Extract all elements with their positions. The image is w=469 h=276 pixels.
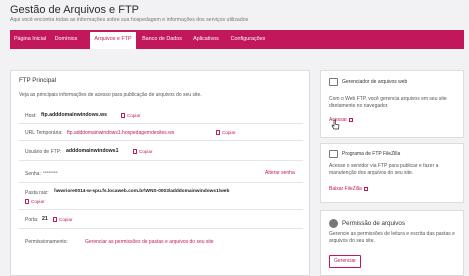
permissions-card: Permissão de arquivos Gerencie as permis…	[320, 210, 464, 276]
divider	[19, 228, 303, 229]
monitor-icon	[329, 150, 338, 158]
divider	[19, 182, 303, 183]
permissions-description: Gerencie as permissões de leitura e escr…	[329, 231, 455, 244]
webftp-title: Gerenciador de arquivos web	[342, 79, 408, 85]
page-title: Gestão de Arquivos e FTP	[10, 4, 140, 16]
password-label: Senha:	[25, 171, 41, 177]
nav-home[interactable]: Página Inicial	[12, 30, 48, 49]
nav-apps[interactable]: Aplicativos	[190, 30, 222, 49]
filezilla-description: Acesse o servidor via FTP para publicar …	[329, 163, 439, 176]
nav-settings[interactable]: Configurações	[228, 30, 268, 49]
port-label: Porta:	[25, 217, 39, 223]
browser-window-icon	[329, 78, 338, 86]
filezilla-card: Programa de FTP FileZilla Acesse o servi…	[320, 143, 464, 203]
external-link-icon	[349, 117, 354, 122]
page-subtitle: Aqui você encontra todas as informações …	[10, 17, 249, 23]
port-value: 21	[42, 216, 48, 222]
mouse-cursor-icon	[331, 119, 340, 130]
manage-permissions-button[interactable]: Gerenciar	[329, 255, 361, 268]
root-path-value: \\wwriore0014-w-spu.fs.locaweb.com.br\WN…	[54, 189, 230, 194]
filezilla-download-link[interactable]: Baixar FileZilla	[329, 186, 368, 192]
copy-icon	[53, 217, 57, 223]
nav-databases[interactable]: Banco de Dados	[140, 30, 184, 49]
nav-domains[interactable]: Domínios	[52, 30, 80, 49]
divider	[19, 209, 303, 210]
webftp-card: Gerenciador de arquivos web Com o Web FT…	[320, 70, 464, 138]
root-path-copy-button[interactable]: Copiar	[25, 199, 45, 205]
webftp-description: Com o Web FTP, você gerencia arquivos em…	[329, 96, 447, 109]
host-label: Host:	[25, 113, 37, 119]
password-value: ••••••••	[43, 170, 58, 176]
divider	[19, 123, 303, 124]
external-link-icon	[363, 186, 368, 191]
user-label: Usuário de FTP:	[25, 149, 62, 155]
nav-files-ftp[interactable]: Arquivos e FTP	[90, 30, 136, 49]
ftp-main-card: FTP Principal Veja as principais informa…	[10, 70, 310, 276]
url-value[interactable]: ftp.adddomainwindows1.hospedagemdesites.…	[67, 130, 174, 136]
main-navbar: Página Inicial Domínios Arquivos e FTP B…	[10, 30, 464, 49]
permissions-link[interactable]: Gerenciar as permissões de pastas e arqu…	[85, 239, 214, 245]
permissions-label: Permissionamento:	[25, 239, 68, 245]
host-value: ftp.adddomainwindows.ws	[41, 112, 107, 118]
copy-icon	[216, 130, 220, 136]
host-copy-button[interactable]: Copiar	[121, 113, 141, 119]
port-copy-button[interactable]: Copiar	[53, 217, 73, 223]
copy-icon	[25, 199, 29, 205]
ftp-title: FTP Principal	[19, 77, 57, 84]
ftp-description: Veja as principais informações de acesso…	[19, 92, 202, 98]
filezilla-title: Programa de FTP FileZilla	[342, 151, 401, 157]
divider	[19, 160, 303, 161]
url-label: URL Temporária:	[25, 130, 63, 136]
root-path-label: Pasta raiz:	[25, 190, 49, 196]
url-copy-button[interactable]: Copiar	[216, 130, 236, 136]
copy-icon	[121, 113, 125, 119]
divider	[19, 140, 303, 141]
change-password-link[interactable]: Alterar senha	[265, 170, 295, 176]
user-value: adddomainwindows1	[66, 148, 119, 154]
user-copy-button[interactable]: Copiar	[133, 149, 153, 155]
check-circle-icon	[329, 219, 338, 228]
permissions-title: Permissão de arquivos	[342, 220, 405, 227]
copy-icon	[133, 149, 137, 155]
